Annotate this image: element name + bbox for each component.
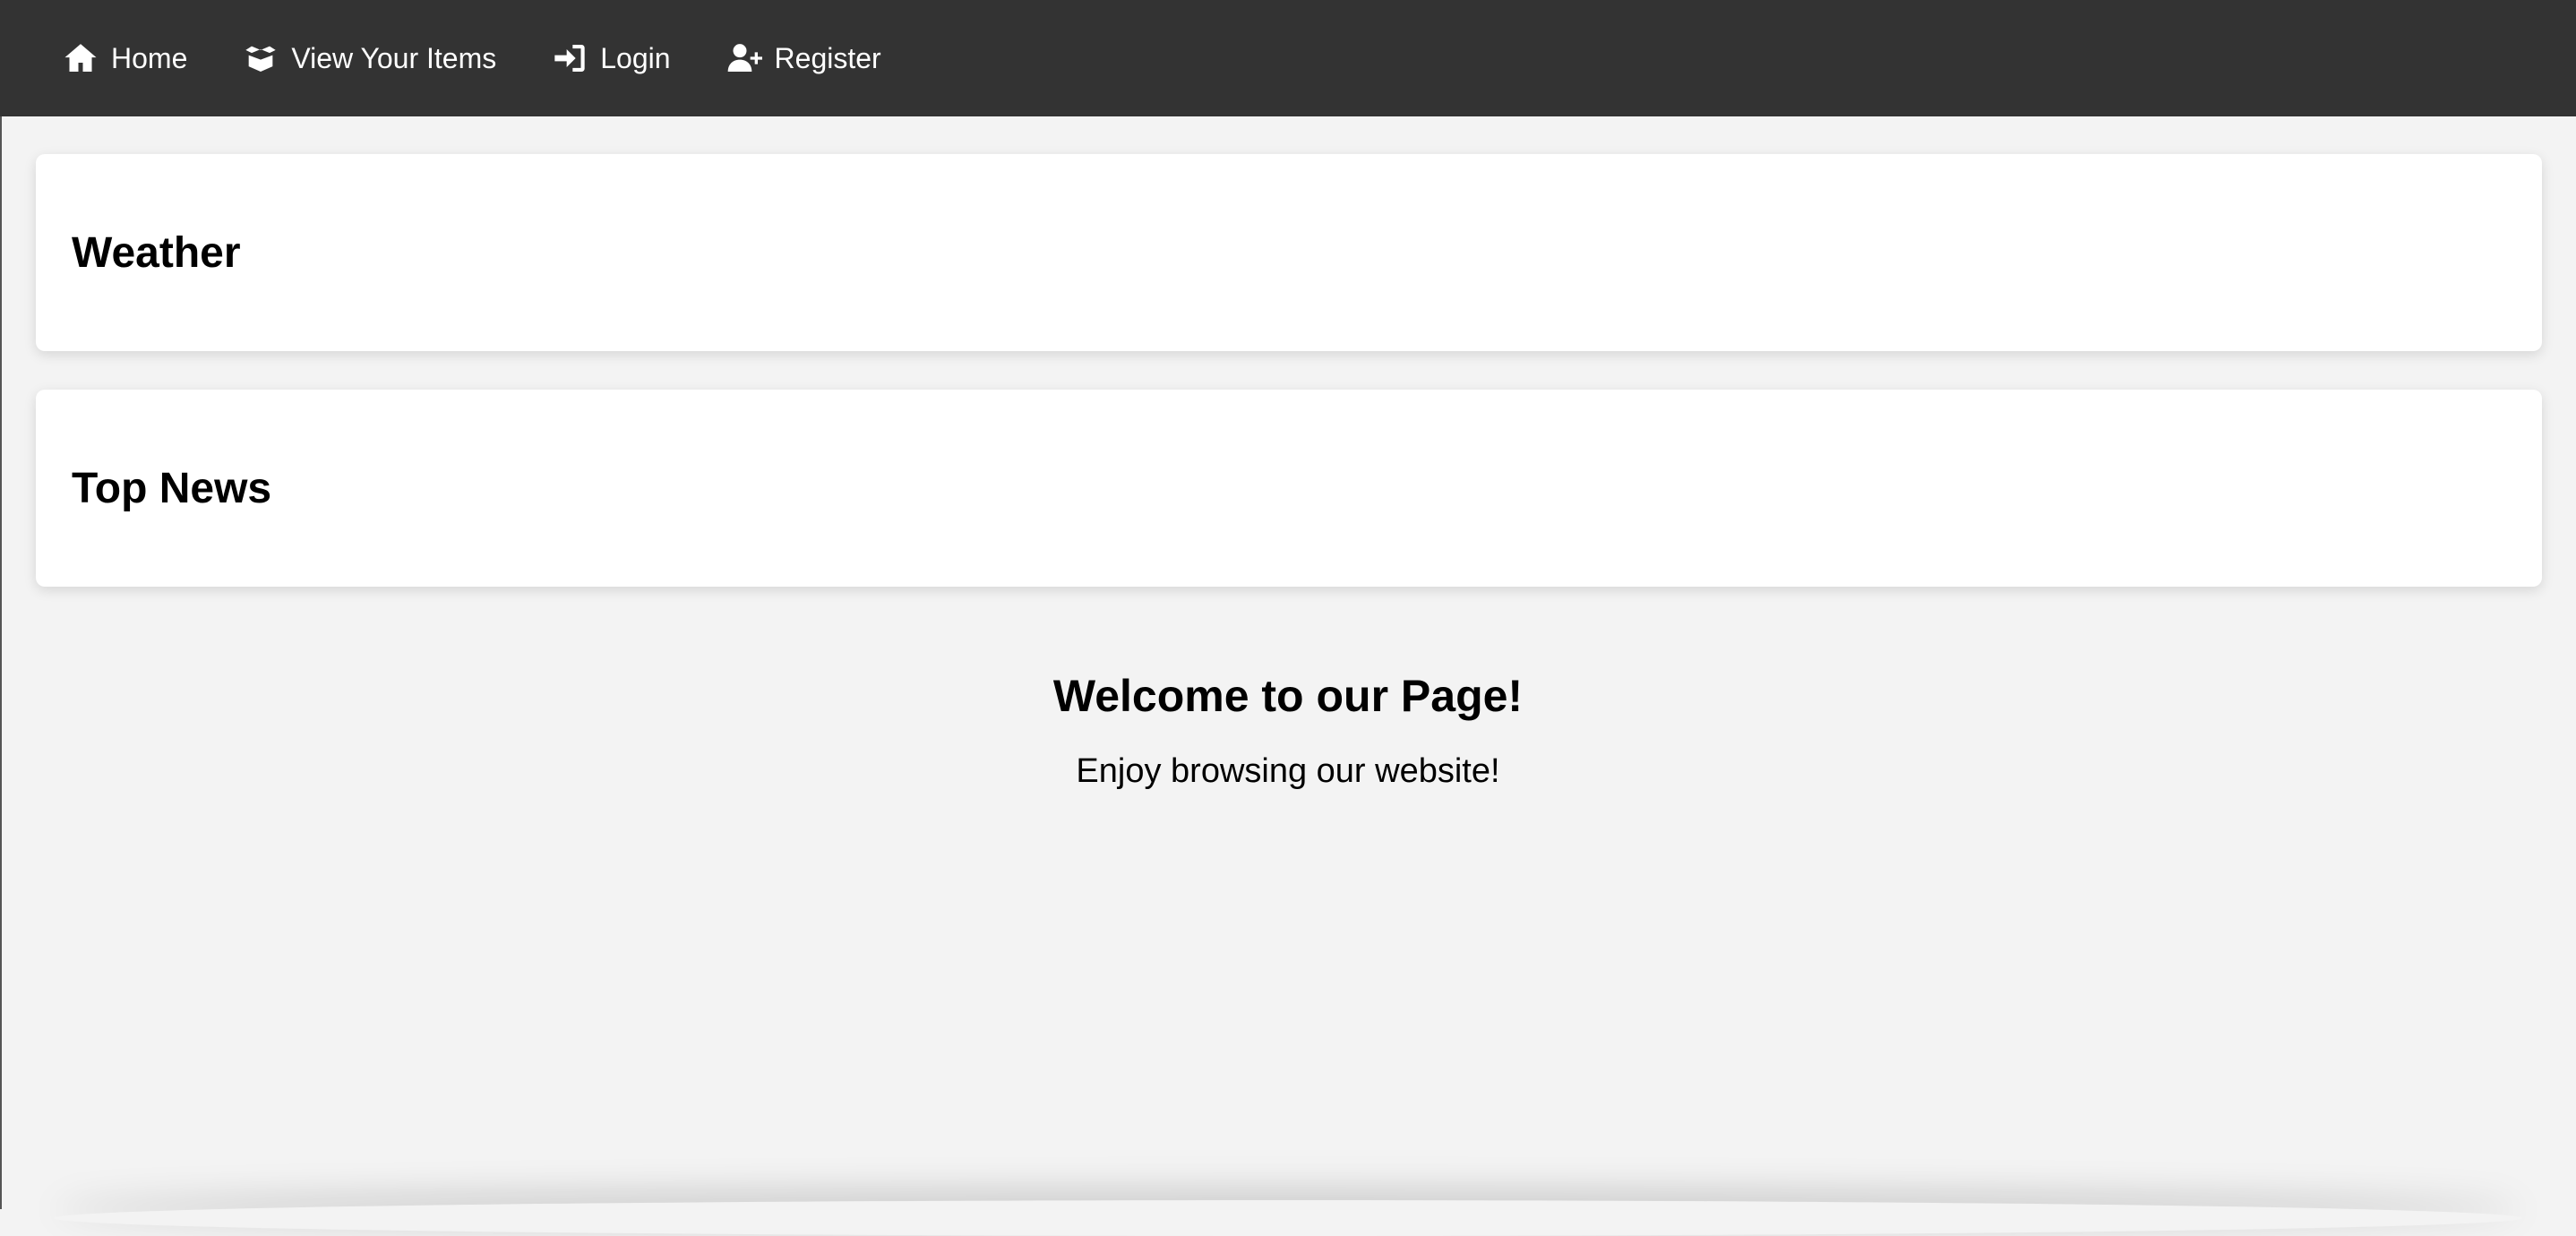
- sign-in-icon: [552, 40, 588, 76]
- box-open-icon: [243, 40, 279, 76]
- bottom-shadow: [54, 1200, 2522, 1236]
- top-news-card: Top News: [36, 390, 2542, 587]
- nav-home-label: Home: [111, 41, 188, 74]
- welcome-section: Welcome to our Page! Enjoy browsing our …: [0, 670, 2576, 791]
- weather-title: Weather: [72, 228, 241, 277]
- nav-home-link[interactable]: Home: [63, 31, 187, 85]
- top-navbar: Home View Your Items Login Register: [0, 0, 2576, 116]
- nav-register-label: Register: [774, 41, 881, 74]
- user-plus-icon: [726, 40, 762, 76]
- window-edge: [0, 0, 2, 1209]
- nav-view-items-link[interactable]: View Your Items: [243, 31, 496, 85]
- nav-register-link[interactable]: Register: [726, 31, 881, 85]
- nav-login-label: Login: [600, 41, 671, 74]
- home-icon: [63, 40, 99, 76]
- welcome-subtext: Enjoy browsing our website!: [1076, 752, 1500, 790]
- weather-card: Weather: [36, 154, 2542, 351]
- nav-view-items-label: View Your Items: [291, 41, 497, 74]
- nav-login-link[interactable]: Login: [552, 31, 671, 85]
- top-news-title: Top News: [72, 464, 272, 512]
- welcome-heading: Welcome to our Page!: [1052, 671, 1524, 721]
